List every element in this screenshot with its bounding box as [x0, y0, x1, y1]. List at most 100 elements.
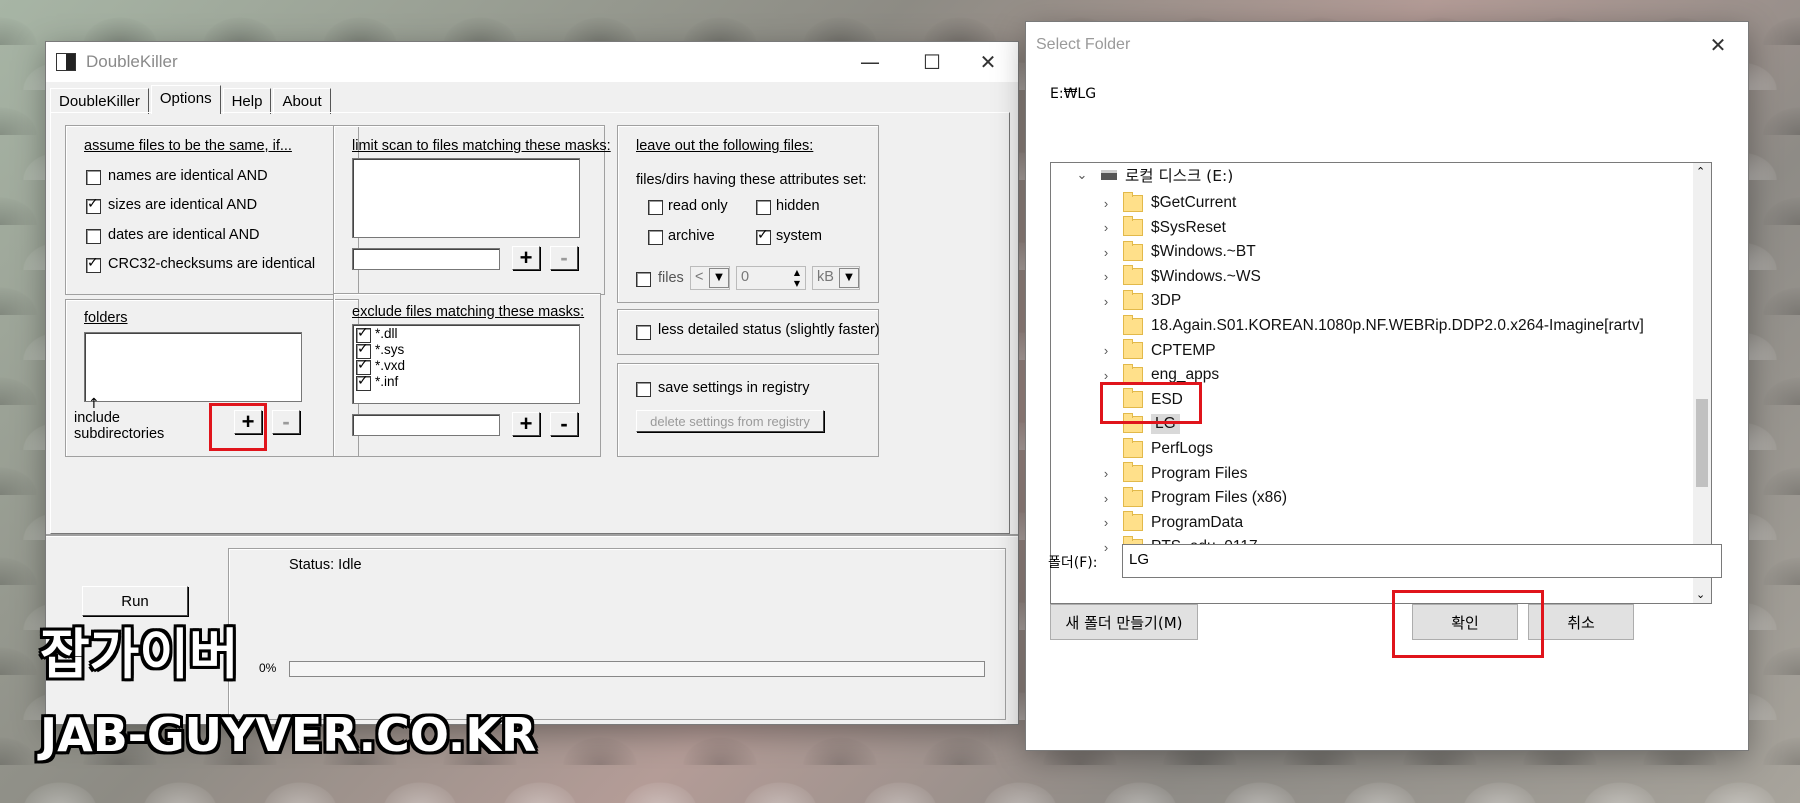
- folder-icon: [1123, 462, 1143, 483]
- inf-checkbox[interactable]: [356, 373, 371, 391]
- less-status-label: less detailed status (slightly faster): [658, 322, 880, 338]
- dates-checkbox[interactable]: [86, 229, 101, 244]
- folder-icon: [1123, 339, 1143, 360]
- chevron-right-icon[interactable]: ›: [1097, 343, 1115, 358]
- unit-select[interactable]: kB ▼: [812, 266, 860, 290]
- archive-checkbox[interactable]: [648, 230, 663, 245]
- scroll-down-icon[interactable]: ⌄: [1696, 588, 1705, 601]
- chevron-right-icon[interactable]: ›: [1097, 220, 1115, 235]
- leave-out-group: leave out the following files: files/dir…: [617, 125, 879, 303]
- tree-folder-row[interactable]: › CPTEMP: [1051, 338, 1691, 364]
- add-limit-mask-button[interactable]: +: [512, 246, 540, 270]
- remove-folder-button[interactable]: -: [272, 410, 300, 434]
- minimize-icon[interactable]: —: [840, 42, 900, 82]
- tree-folder-row[interactable]: › $Windows.~WS: [1051, 264, 1691, 290]
- files-label: files: [658, 270, 684, 286]
- system-checkbox[interactable]: [756, 227, 771, 245]
- dialog-title-bar: Select Folder ✕: [1026, 22, 1748, 68]
- tab-doublekiller[interactable]: DoubleKiller: [50, 88, 149, 114]
- exclude-mask-list[interactable]: *.dll *.sys *.vxd *.inf: [352, 324, 580, 404]
- scroll-up-icon[interactable]: ⌃: [1696, 165, 1705, 178]
- spinner-arrows-icon[interactable]: ▲ ▼: [789, 267, 805, 289]
- folder-icon: [1123, 511, 1143, 532]
- select-folder-dialog: Select Folder ✕ E:₩LG ⌄ 로컬 디스크 (E:) › $Ge…: [1026, 22, 1748, 750]
- folder-name-field[interactable]: LG: [1122, 544, 1722, 578]
- chevron-right-icon[interactable]: ›: [1097, 196, 1115, 211]
- chevron-right-icon[interactable]: ›: [1097, 515, 1115, 530]
- delete-registry-button[interactable]: delete settings from registry: [636, 410, 824, 432]
- folder-icon: [1123, 314, 1143, 335]
- size-value-spinner[interactable]: 0 ▲ ▼: [736, 266, 806, 290]
- attrs-label: files/dirs having these attributes set:: [636, 172, 867, 188]
- tree-folder-row[interactable]: › $GetCurrent: [1051, 190, 1691, 216]
- highlight-ok-button: [1392, 590, 1544, 658]
- progress-bar: [289, 661, 985, 677]
- chevron-right-icon[interactable]: ›: [1097, 245, 1115, 260]
- tab-options[interactable]: Options: [150, 85, 221, 114]
- current-path: E:₩LG: [1050, 86, 1097, 102]
- add-exclude-mask-button[interactable]: +: [512, 412, 540, 436]
- tab-help[interactable]: Help: [222, 88, 272, 114]
- chevron-right-icon[interactable]: ›: [1097, 368, 1115, 383]
- close-icon[interactable]: ✕: [1688, 25, 1748, 65]
- folder-icon: [1123, 265, 1143, 286]
- tree-folder-row[interactable]: › $SysReset: [1051, 215, 1691, 241]
- save-registry-checkbox[interactable]: [636, 382, 651, 397]
- chevron-down-icon[interactable]: ▼: [709, 268, 729, 288]
- chevron-right-icon[interactable]: ›: [1097, 294, 1115, 309]
- separator: [46, 534, 1018, 537]
- remove-exclude-mask-button[interactable]: -: [550, 412, 578, 436]
- chevron-down-icon[interactable]: ▼: [839, 268, 859, 288]
- folders-list[interactable]: [84, 332, 302, 402]
- folder-name: $Windows.~BT: [1151, 243, 1256, 261]
- save-registry-label: save settings in registry: [658, 380, 810, 396]
- tree-folder-row[interactable]: › $Windows.~BT: [1051, 239, 1691, 265]
- close-icon[interactable]: ✕: [958, 42, 1018, 82]
- chevron-right-icon[interactable]: ›: [1097, 540, 1115, 555]
- status-text: Status: Idle: [289, 557, 362, 573]
- crc32-label: CRC32-checksums are identical: [108, 256, 316, 272]
- folder-icon: [1123, 191, 1143, 212]
- tree-folder-row[interactable]: › ProgramData: [1051, 510, 1691, 536]
- tab-about[interactable]: About: [273, 88, 331, 114]
- names-label: names are identical AND: [108, 168, 268, 184]
- hidden-checkbox[interactable]: [756, 200, 771, 215]
- remove-limit-mask-button[interactable]: -: [550, 246, 578, 270]
- comparator-select[interactable]: < ▼: [690, 266, 730, 290]
- tree-folder-row[interactable]: › Program Files (x86): [1051, 485, 1691, 511]
- less-status-checkbox[interactable]: [636, 325, 651, 340]
- files-size-checkbox[interactable]: [636, 272, 651, 287]
- limit-mask-input[interactable]: [352, 248, 500, 270]
- limit-mask-list[interactable]: [352, 158, 580, 238]
- chevron-right-icon[interactable]: ›: [1097, 269, 1115, 284]
- folder-name: 18.Again.S01.KOREAN.1080p.NF.WEBRip.DDP2…: [1151, 317, 1644, 334]
- exclude-heading: exclude files matching these masks:: [352, 304, 585, 320]
- folder-name: 3DP: [1151, 292, 1182, 310]
- sizes-checkbox[interactable]: [86, 196, 101, 214]
- folder-name: $Windows.~WS: [1151, 267, 1261, 285]
- tree-folder-row[interactable]: 18.Again.S01.KOREAN.1080p.NF.WEBRip.DDP2…: [1051, 313, 1691, 339]
- system-label: system: [776, 228, 822, 244]
- chevron-right-icon[interactable]: ›: [1097, 491, 1115, 506]
- tree-scrollbar[interactable]: ⌃ ⌄: [1693, 163, 1711, 603]
- maximize-icon[interactable]: ☐: [902, 42, 962, 82]
- tree-folder-row[interactable]: › 3DP: [1051, 288, 1691, 314]
- folder-name: ProgramData: [1151, 513, 1244, 531]
- tree-folder-row[interactable]: PerfLogs: [1051, 436, 1691, 462]
- tree-drive-row[interactable]: ⌄ 로컬 디스크 (E:): [1051, 163, 1691, 188]
- folder-name: PerfLogs: [1151, 440, 1214, 457]
- options-panel: assume files to be the same, if... names…: [50, 112, 1010, 534]
- new-folder-button[interactable]: 새 폴더 만들기(M): [1050, 604, 1198, 640]
- inf-label: *.inf: [375, 374, 399, 389]
- chevron-right-icon[interactable]: ›: [1097, 466, 1115, 481]
- scroll-thumb[interactable]: [1696, 399, 1708, 487]
- tree-folder-row[interactable]: › Program Files: [1051, 461, 1691, 487]
- watermark-korean: 잡가이버: [40, 623, 239, 686]
- names-checkbox[interactable]: [86, 170, 101, 185]
- watermark-url: JAB-GUYVER.CO.KR: [40, 708, 537, 762]
- exclude-mask-input[interactable]: [352, 414, 500, 436]
- crc32-checkbox[interactable]: [86, 255, 101, 273]
- vxd-label: *.vxd: [375, 358, 406, 373]
- chevron-down-icon[interactable]: ⌄: [1073, 167, 1091, 183]
- read-only-checkbox[interactable]: [648, 200, 663, 215]
